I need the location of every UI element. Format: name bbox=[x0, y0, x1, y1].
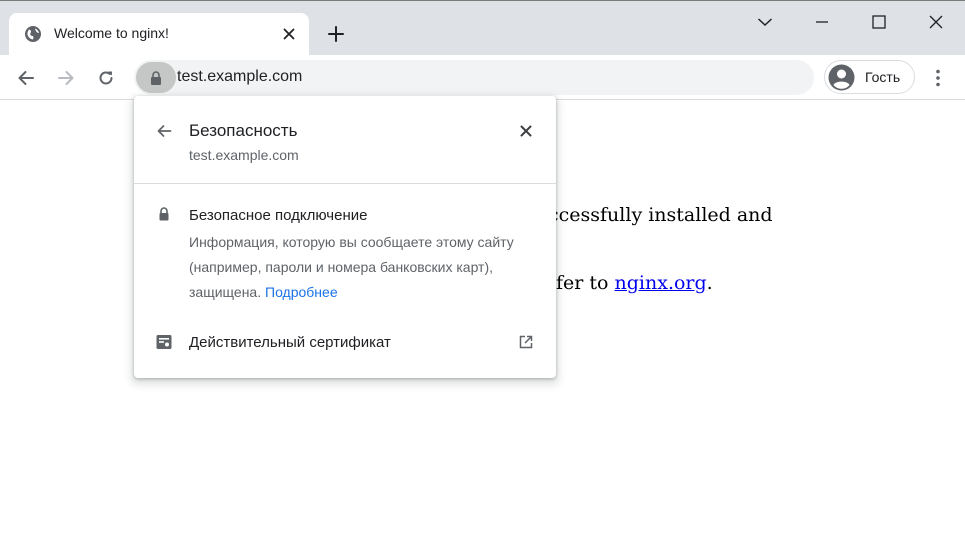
site-info-lock-icon[interactable] bbox=[136, 62, 176, 93]
page-text-line1: ccessfully installed and bbox=[548, 204, 773, 226]
tab-close-icon[interactable] bbox=[279, 24, 299, 44]
certificate-icon bbox=[155, 333, 173, 351]
chevron-down-icon[interactable] bbox=[753, 10, 777, 34]
new-tab-button[interactable] bbox=[324, 22, 348, 46]
back-arrow-icon[interactable] bbox=[153, 120, 175, 142]
avatar-icon bbox=[828, 64, 855, 91]
divider bbox=[134, 183, 556, 184]
reload-icon[interactable] bbox=[93, 65, 119, 91]
tab-title: Welcome to nginx! bbox=[54, 25, 169, 41]
forward-arrow-icon[interactable] bbox=[53, 65, 79, 91]
external-link-icon[interactable] bbox=[516, 332, 536, 352]
close-icon[interactable] bbox=[515, 120, 537, 142]
page-text-prefix: fer to bbox=[556, 272, 615, 294]
lock-icon bbox=[156, 206, 172, 222]
back-arrow-icon[interactable] bbox=[13, 65, 39, 91]
minimize-icon[interactable] bbox=[810, 10, 834, 34]
tab-welcome[interactable]: Welcome to nginx! bbox=[9, 13, 309, 56]
tab-strip: Welcome to nginx! bbox=[0, 0, 965, 56]
certificate-label: Действительный сертификат bbox=[189, 334, 391, 351]
secure-connection-title: Безопасное подключение bbox=[189, 207, 368, 224]
profile-label: Гость bbox=[865, 69, 901, 85]
popup-subtitle: test.example.com bbox=[189, 147, 299, 163]
browser-toolbar: test.example.com Гость bbox=[0, 55, 965, 100]
globe-icon bbox=[24, 25, 42, 43]
url-text[interactable]: test.example.com bbox=[177, 68, 302, 86]
secure-connection-description: Информация, которую вы сообщаете этому с… bbox=[189, 230, 544, 305]
kebab-menu-icon[interactable] bbox=[926, 65, 950, 91]
maximize-icon[interactable] bbox=[867, 10, 891, 34]
close-icon[interactable] bbox=[924, 10, 948, 34]
address-bar[interactable]: test.example.com bbox=[134, 60, 814, 95]
page-text-line2: fer to nginx.org. bbox=[556, 272, 713, 294]
page-text-suffix: . bbox=[706, 272, 713, 294]
secure-connection-text: Информация, которую вы сообщаете этому с… bbox=[189, 234, 514, 300]
learn-more-link[interactable]: Подробнее bbox=[265, 284, 338, 300]
popup-title: Безопасность bbox=[189, 121, 298, 140]
profile-button[interactable]: Гость bbox=[824, 60, 915, 94]
nginx-link[interactable]: nginx.org bbox=[615, 272, 707, 294]
certificate-row[interactable]: Действительный сертификат bbox=[134, 326, 556, 358]
site-security-popup: Безопасность test.example.com Безопасное… bbox=[134, 96, 556, 378]
